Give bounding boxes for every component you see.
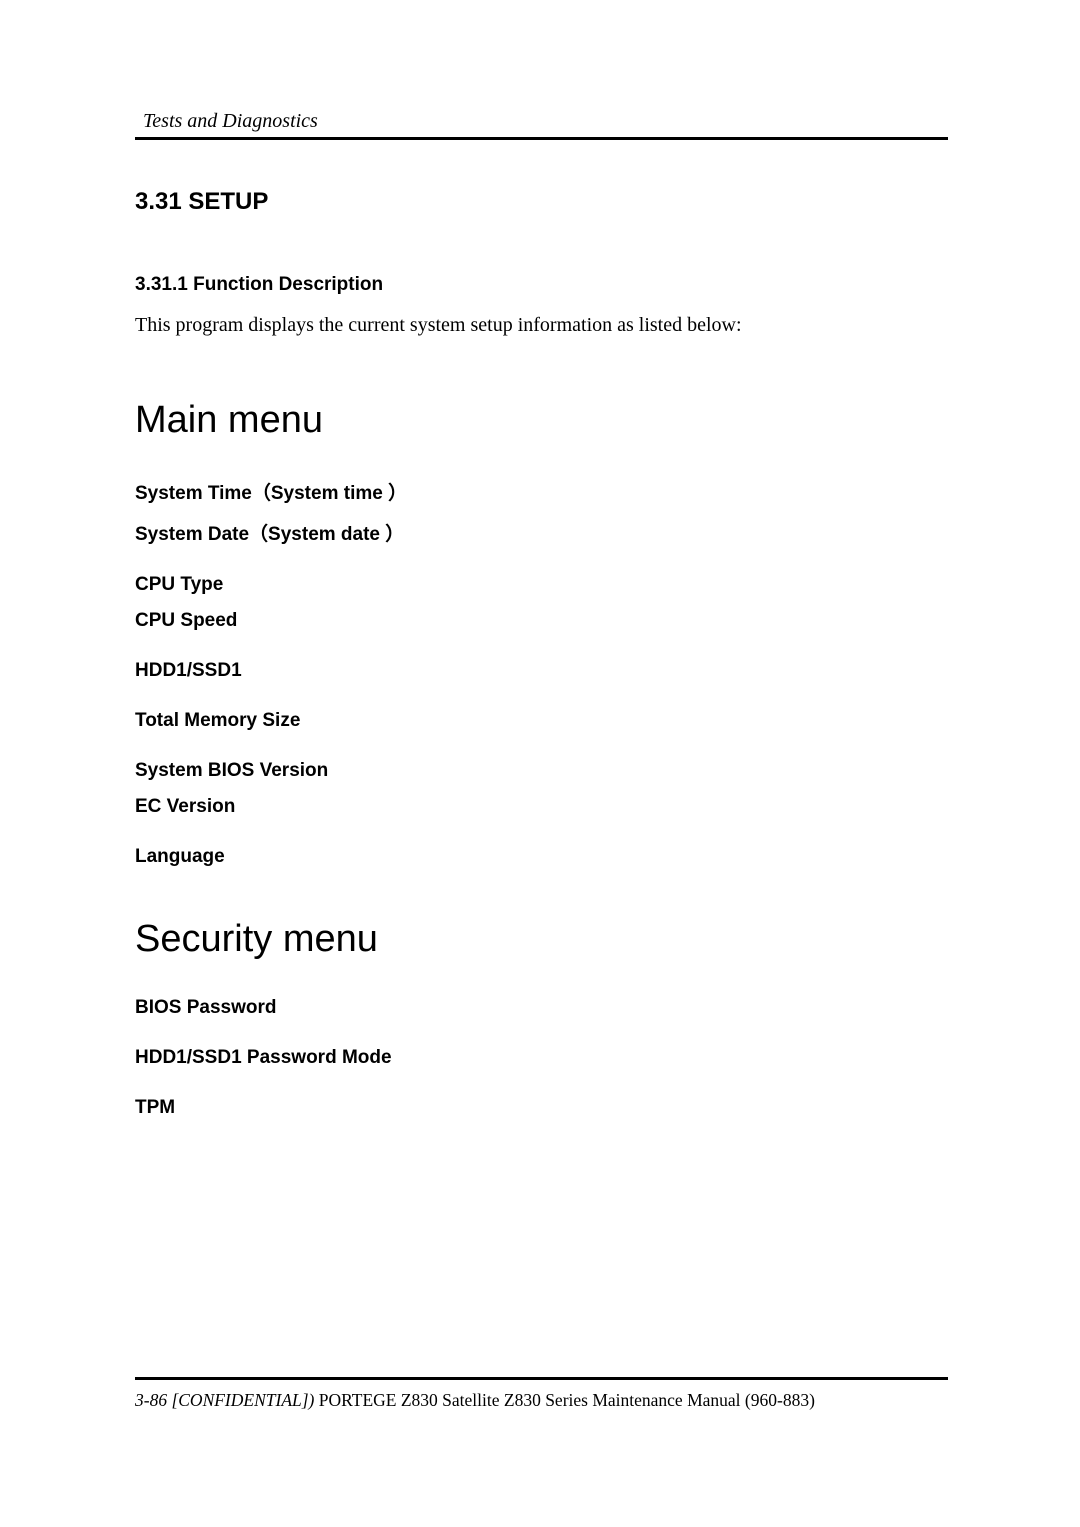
main-menu-item-system-date: System Date（System date ）	[135, 519, 948, 546]
footer-page-label: 3-86 [CONFIDENTIAL])	[135, 1390, 314, 1410]
subsection-heading: 3.31.1 Function Description	[135, 274, 948, 296]
main-menu-item-ec-version: EC Version	[135, 796, 948, 818]
main-menu-item-cpu-speed: CPU Speed	[135, 610, 948, 632]
footer-rule	[135, 1377, 948, 1380]
page-header: Tests and Diagnostics	[135, 110, 948, 140]
main-menu-item-hdd-ssd: HDD1/SSD1	[135, 660, 948, 682]
header-title: Tests and Diagnostics	[135, 110, 948, 133]
security-menu-heading: Security menu	[135, 918, 948, 961]
section-heading: 3.31 SETUP	[135, 188, 948, 216]
main-menu-item-system-time: System Time（System time ）	[135, 478, 948, 505]
main-menu-item-bios-version: System BIOS Version	[135, 760, 948, 782]
main-menu-item-total-memory: Total Memory Size	[135, 710, 948, 732]
security-menu-item-hdd-password-mode: HDD1/SSD1 Password Mode	[135, 1047, 948, 1069]
document-page: Tests and Diagnostics 3.31 SETUP 3.31.1 …	[0, 0, 1080, 1119]
intro-paragraph: This program displays the current system…	[135, 314, 948, 337]
security-menu-item-tpm: TPM	[135, 1097, 948, 1119]
footer-text: 3-86 [CONFIDENTIAL]) PORTEGE Z830 Satell…	[135, 1390, 948, 1411]
main-menu-heading: Main menu	[135, 399, 948, 442]
main-menu-item-cpu-type: CPU Type	[135, 574, 948, 596]
main-menu-item-language: Language	[135, 846, 948, 868]
security-menu-item-bios-password: BIOS Password	[135, 997, 948, 1019]
page-footer: 3-86 [CONFIDENTIAL]) PORTEGE Z830 Satell…	[135, 1377, 948, 1411]
footer-manual-title: PORTEGE Z830 Satellite Z830 Series Maint…	[314, 1390, 815, 1410]
